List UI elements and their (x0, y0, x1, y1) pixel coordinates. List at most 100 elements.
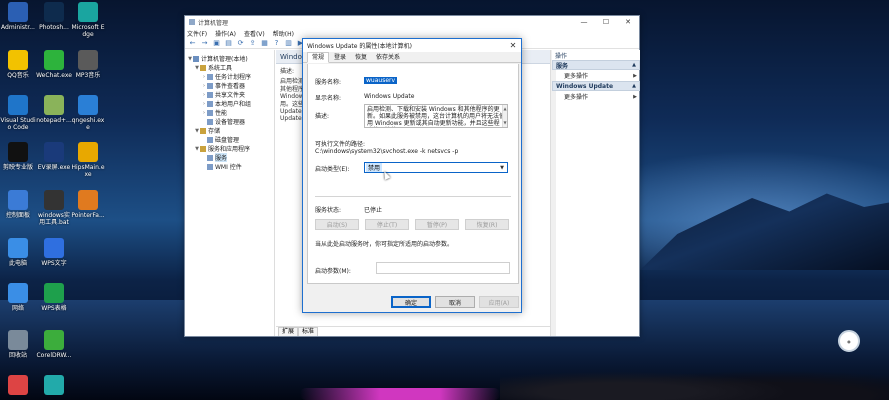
up-folder-icon[interactable]: ▣ (211, 39, 222, 48)
desktop-icon-label: HipsMain.exe (71, 164, 105, 178)
service-name-value[interactable]: wuauserv (364, 77, 398, 84)
mp3-icon (78, 50, 98, 70)
forward-icon[interactable]: → (199, 39, 210, 48)
desktop-icon[interactable]: Microsoft Edge (70, 2, 106, 38)
start-service-button[interactable]: 启动(S) (315, 219, 359, 230)
start-params-input[interactable] (376, 262, 510, 274)
description-scrollbar[interactable]: ▲ ▼ (502, 105, 507, 127)
tree-item[interactable]: ▼ 系统工具 (185, 63, 274, 72)
floating-assistant-icon[interactable]: ● (838, 330, 860, 352)
desktop-icon[interactable] (36, 375, 72, 397)
dialog-titlebar[interactable]: Windows Update 的属性(本地计算机) ✕ (303, 39, 521, 52)
desktop-icon[interactable]: WPS表格 (36, 283, 72, 312)
tab-general[interactable]: 常规 (307, 52, 330, 63)
tree-item[interactable]: ▼ 存储 (185, 126, 274, 135)
view-icon[interactable]: ▥ (283, 39, 294, 48)
menu-file[interactable]: 文件(F) (187, 29, 207, 38)
dialog-title: Windows Update 的属性(本地计算机) (307, 43, 413, 50)
desktop-icon[interactable]: HipsMain.exe (70, 142, 106, 178)
actions-group-services[interactable]: 服务 ▲ (552, 60, 640, 70)
desktop-icon[interactable]: windows实用工具.bat (36, 190, 72, 226)
tree-item[interactable]: 服务 (185, 153, 274, 162)
wps-writer-icon (44, 238, 64, 258)
desktop-icon[interactable]: qngeshi.exe (70, 95, 106, 131)
tree-item[interactable]: › 性能 (185, 108, 274, 117)
display-name-value[interactable]: Windows Update (364, 93, 414, 100)
action-more-actions-services[interactable]: 更多操作 ▶ (552, 70, 640, 81)
photoshop-icon (44, 2, 64, 22)
export-icon[interactable]: ⇪ (247, 39, 258, 48)
desktop-icon[interactable]: 回收站 (0, 330, 36, 359)
apply-button[interactable]: 应用(A) (479, 296, 519, 308)
tree-item[interactable]: › 任务计划程序 (185, 72, 274, 81)
back-icon[interactable]: ← (187, 39, 198, 48)
desktop-icon[interactable]: Photosh... (36, 2, 72, 31)
tree-node-icon (207, 163, 213, 170)
wallpaper-rocks (500, 360, 889, 400)
menu-view[interactable]: 查看(V) (244, 29, 265, 38)
pointer-icon (78, 190, 98, 210)
tree-item[interactable]: ▼ 计算机管理(本地) (185, 54, 274, 63)
tree-item[interactable]: › 共享文件夹 (185, 90, 274, 99)
help-icon[interactable]: ? (271, 39, 282, 48)
tab-recovery[interactable]: 恢复 (351, 53, 371, 62)
desktop-icon[interactable]: notepad+... (36, 95, 72, 124)
pause-service-button[interactable]: 暂停(P) (415, 219, 459, 230)
action-more-actions-windows-update[interactable]: 更多操作 ▶ (552, 91, 640, 102)
tree-item[interactable]: › 事件查看器 (185, 81, 274, 90)
startup-type-selected: 禁用 (366, 163, 383, 172)
desktop-icon[interactable]: CorelDRW... (36, 330, 72, 359)
tree-item[interactable]: WMI 控件 (185, 162, 274, 171)
desktop-icon[interactable]: 网络 (0, 283, 36, 312)
maximize-button[interactable]: ☐ (595, 18, 617, 26)
desktop-icon[interactable]: WeChat.exe (36, 50, 72, 79)
desktop-icon[interactable] (0, 375, 36, 397)
tab-logon[interactable]: 登录 (330, 53, 350, 62)
menu-help[interactable]: 帮助(H) (273, 29, 294, 38)
desktop-icon[interactable]: MP3音乐 (70, 50, 106, 79)
desktop-icon[interactable]: QQ音乐 (0, 50, 36, 79)
minimize-button[interactable]: — (573, 18, 595, 26)
tree-node-icon (207, 109, 213, 116)
tree-item[interactable]: 设备管理器 (185, 117, 274, 126)
resume-service-button[interactable]: 恢复(R) (465, 219, 509, 230)
stop-service-button[interactable]: 停止(T) (365, 219, 409, 230)
ok-button[interactable]: 确定 (391, 296, 431, 308)
refresh-icon[interactable]: ⟳ (235, 39, 246, 48)
tree-item[interactable]: › 本地用户和组 (185, 99, 274, 108)
dialog-close-button[interactable]: ✕ (505, 41, 521, 50)
vscode-icon (8, 95, 28, 115)
desktop-icon[interactable]: 剪映专业版 (0, 142, 36, 171)
desktop-icon[interactable]: Administr... (0, 2, 36, 31)
tab-standard[interactable]: 标准 (298, 327, 319, 336)
user-icon (8, 375, 28, 395)
executable-path-value[interactable]: C:\windows\system32\svchost.exe -k netsv… (315, 148, 458, 155)
tab-extended[interactable]: 扩展 (278, 327, 299, 336)
recycle-bin-icon (8, 330, 28, 350)
tree-item[interactable]: ▼ 服务和应用程序 (185, 144, 274, 153)
description-textbox[interactable]: 启用检测、下载和安装 Windows 和其他程序的更新。如果此服务被禁用，这台计… (364, 104, 508, 128)
desktop-icon-label: EV录屏.exe (37, 164, 71, 171)
actions-group-windows-update[interactable]: Windows Update ▲ (552, 81, 640, 91)
desktop-icon[interactable]: EV录屏.exe (36, 142, 72, 171)
desktop-icon[interactable]: PointerFa... (70, 190, 106, 219)
close-button[interactable]: ✕ (617, 18, 639, 26)
tree-item-label: 事件查看器 (215, 83, 246, 90)
tree-item[interactable]: 磁盘管理 (185, 135, 274, 144)
admin-icon (8, 2, 28, 22)
desktop-icon[interactable]: 此电脑 (0, 238, 36, 267)
tree-item-label: 磁盘管理 (215, 137, 240, 144)
desktop-icon[interactable]: WPS文字 (36, 238, 72, 267)
desktop-icon[interactable]: Visual Studio Code (0, 95, 36, 131)
show-hide-tree-icon[interactable]: ▤ (223, 39, 234, 48)
desktop-icon-label: 网络 (11, 305, 24, 312)
tree-node-icon (207, 82, 213, 89)
tab-dependencies[interactable]: 依存关系 (372, 53, 404, 62)
cancel-button[interactable]: 取消 (435, 296, 475, 308)
desktop-icon[interactable]: 控制面板 (0, 190, 36, 219)
qngeshi-icon (78, 95, 98, 115)
service-name-label: 服务名称: (315, 79, 342, 86)
menu-action[interactable]: 操作(A) (215, 29, 236, 38)
properties-icon[interactable]: ▦ (259, 39, 270, 48)
window-titlebar[interactable]: 计算机管理 — ☐ ✕ (185, 16, 639, 28)
